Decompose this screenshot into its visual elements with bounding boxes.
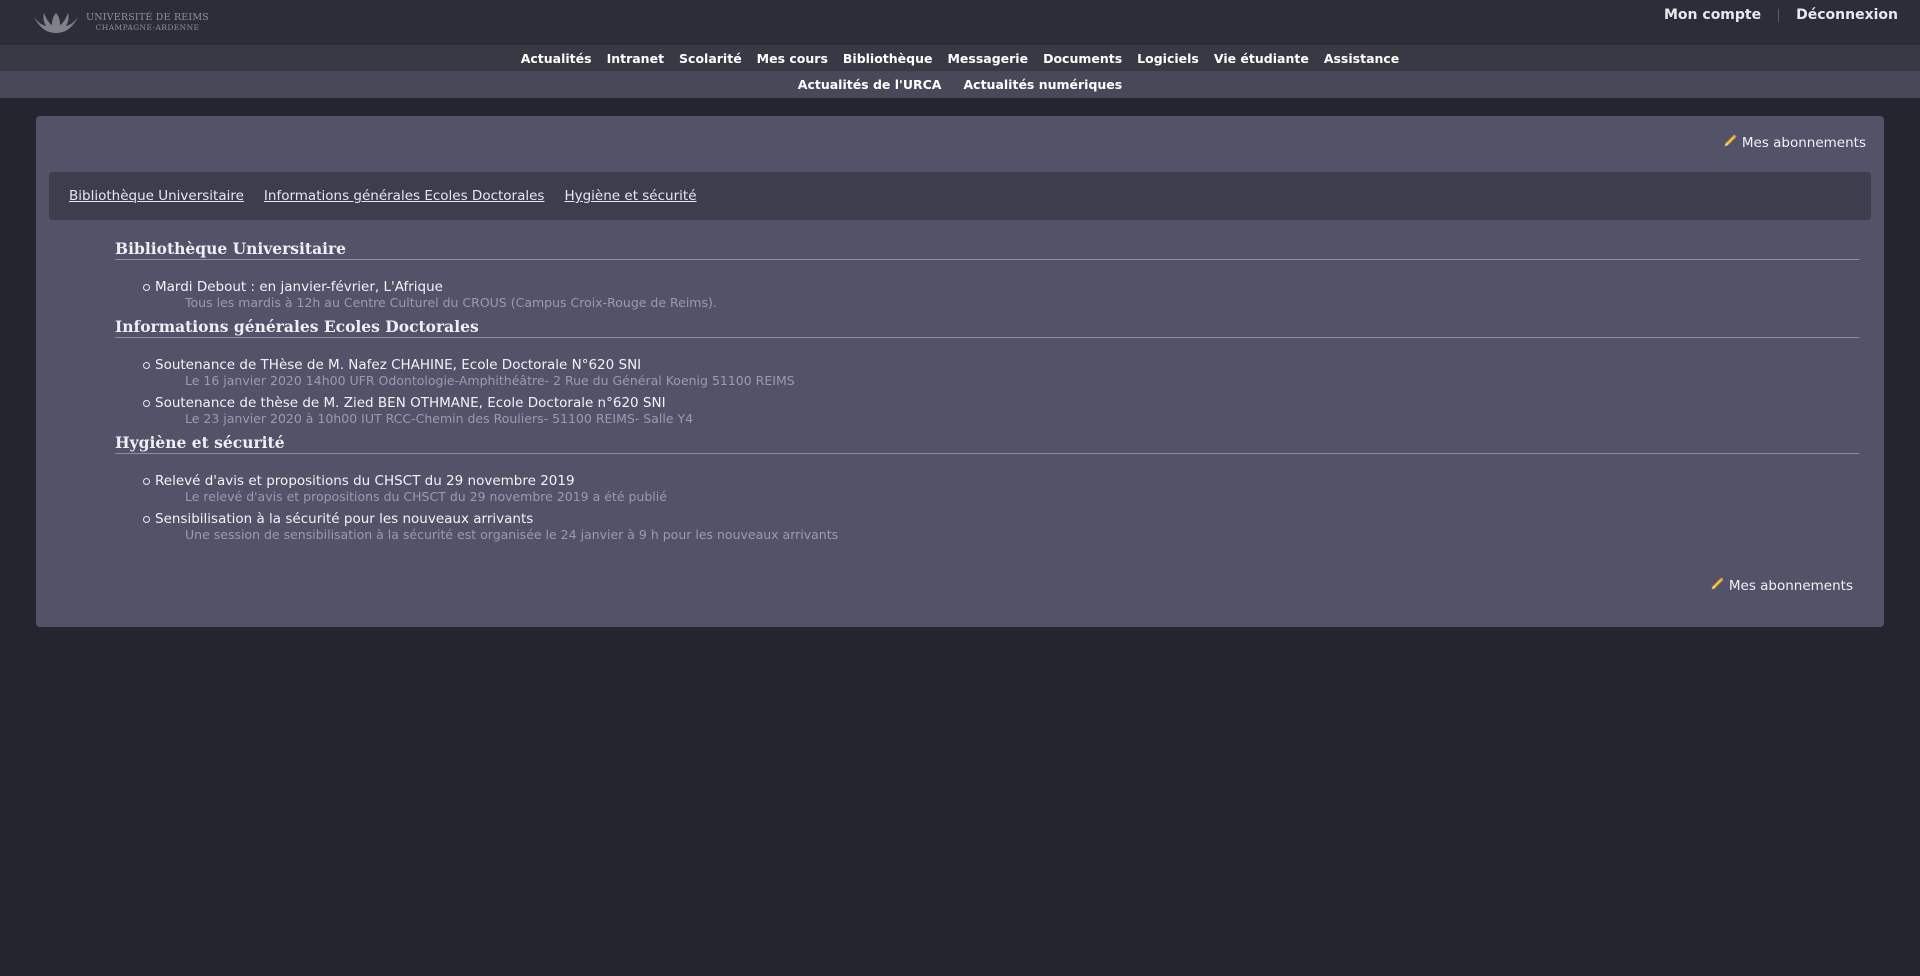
subnav-item-actualites-numeriques[interactable]: Actualités numériques: [964, 77, 1123, 92]
news-description: Tous les mardis à 12h au Centre Culturel…: [185, 295, 717, 310]
bullet-icon: [143, 284, 150, 291]
news-description: Le 23 janvier 2020 à 10h00 IUT RCC-Chemi…: [185, 411, 694, 426]
primary-nav: Actualités Intranet Scolarité Mes cours …: [0, 45, 1920, 71]
section-hygiene-securite: Hygiène et sécurité Relevé d'avis et pro…: [115, 434, 1859, 542]
separator: [1778, 8, 1780, 22]
tab-ecoles-doctorales[interactable]: Informations générales Ecoles Doctorales: [264, 188, 545, 204]
list-item: Soutenance de THèse de M. Nafez CHAHINE,…: [115, 358, 1859, 388]
nav-item-intranet[interactable]: Intranet: [607, 51, 664, 66]
list-item: Relevé d'avis et propositions du CHSCT d…: [115, 474, 1859, 504]
news-content: Bibliothèque Universitaire Mardi Debout …: [115, 240, 1859, 550]
nav-item-documents[interactable]: Documents: [1043, 51, 1122, 66]
list-item: Mardi Debout : en janvier-février, L'Afr…: [115, 280, 1859, 310]
bullet-icon: [143, 478, 150, 485]
section-title: Bibliothèque Universitaire: [115, 240, 1859, 260]
university-logo[interactable]: UNIVERSITÉ DE REIMS CHAMPAGNE-ARDENNE: [32, 10, 209, 36]
tab-hygiene-securite[interactable]: Hygiène et sécurité: [564, 188, 696, 204]
news-description: Le relevé d'avis et propositions du CHSC…: [185, 489, 667, 504]
logout-link[interactable]: Déconnexion: [1796, 7, 1898, 23]
subscriptions-label: Mes abonnements: [1728, 577, 1853, 594]
subscriptions-link-top[interactable]: Mes abonnements: [1723, 133, 1866, 152]
secondary-nav: Actualités de l'URCA Actualités numériqu…: [0, 71, 1920, 98]
subnav-item-actualites-urca[interactable]: Actualités de l'URCA: [798, 77, 942, 92]
news-description: Le 16 janvier 2020 14h00 UFR Odontologie…: [185, 373, 795, 388]
subscriptions-link-bottom[interactable]: Mes abonnements: [1710, 576, 1853, 595]
news-panel: Mes abonnements Bibliothèque Universitai…: [36, 116, 1884, 627]
news-title-link[interactable]: Soutenance de THèse de M. Nafez CHAHINE,…: [155, 358, 1859, 373]
news-title-link[interactable]: Relevé d'avis et propositions du CHSCT d…: [155, 474, 1859, 489]
news-title-link[interactable]: Mardi Debout : en janvier-février, L'Afr…: [155, 280, 1859, 295]
section-bibliotheque: Bibliothèque Universitaire Mardi Debout …: [115, 240, 1859, 310]
bullet-icon: [143, 362, 150, 369]
nav-item-scolarite[interactable]: Scolarité: [679, 51, 742, 66]
nav-item-bibliotheque[interactable]: Bibliothèque: [843, 51, 933, 66]
nav-item-messagerie[interactable]: Messagerie: [947, 51, 1028, 66]
logo-line1: UNIVERSITÉ DE REIMS: [86, 12, 210, 23]
section-ecoles-doctorales: Informations générales Ecoles Doctorales…: [115, 318, 1859, 426]
top-header: UNIVERSITÉ DE REIMS CHAMPAGNE-ARDENNE Mo…: [0, 0, 1920, 45]
pencil-icon: [1710, 576, 1725, 595]
tab-bibliotheque-universitaire[interactable]: Bibliothèque Universitaire: [69, 188, 244, 204]
section-title: Informations générales Ecoles Doctorales: [115, 318, 1859, 338]
account-links: Mon compte Déconnexion: [1664, 7, 1898, 23]
list-item: Soutenance de thèse de M. Zied BEN OTHMA…: [115, 396, 1859, 426]
section-title: Hygiène et sécurité: [115, 434, 1859, 454]
pencil-icon: [1723, 133, 1738, 152]
news-title-link[interactable]: Sensibilisation à la sécurité pour les n…: [155, 512, 1859, 527]
my-account-link[interactable]: Mon compte: [1664, 7, 1761, 23]
nav-item-logiciels[interactable]: Logiciels: [1137, 51, 1199, 66]
bullet-icon: [143, 400, 150, 407]
list-item: Sensibilisation à la sécurité pour les n…: [115, 512, 1859, 542]
logo-emblem-icon: [34, 13, 78, 33]
nav-item-mes-cours[interactable]: Mes cours: [757, 51, 828, 66]
news-description: Une session de sensibilisation à la sécu…: [185, 527, 839, 542]
logo-line2: CHAMPAGNE-ARDENNE: [95, 23, 200, 32]
nav-item-vie-etudiante[interactable]: Vie étudiante: [1214, 51, 1309, 66]
bullet-icon: [143, 516, 150, 523]
news-title-link[interactable]: Soutenance de thèse de M. Zied BEN OTHMA…: [155, 396, 1859, 411]
nav-item-assistance[interactable]: Assistance: [1324, 51, 1399, 66]
nav-item-actualites[interactable]: Actualités: [521, 51, 592, 66]
subscriptions-label: Mes abonnements: [1741, 134, 1866, 151]
category-tabs: Bibliothèque Universitaire Informations …: [49, 172, 1871, 220]
